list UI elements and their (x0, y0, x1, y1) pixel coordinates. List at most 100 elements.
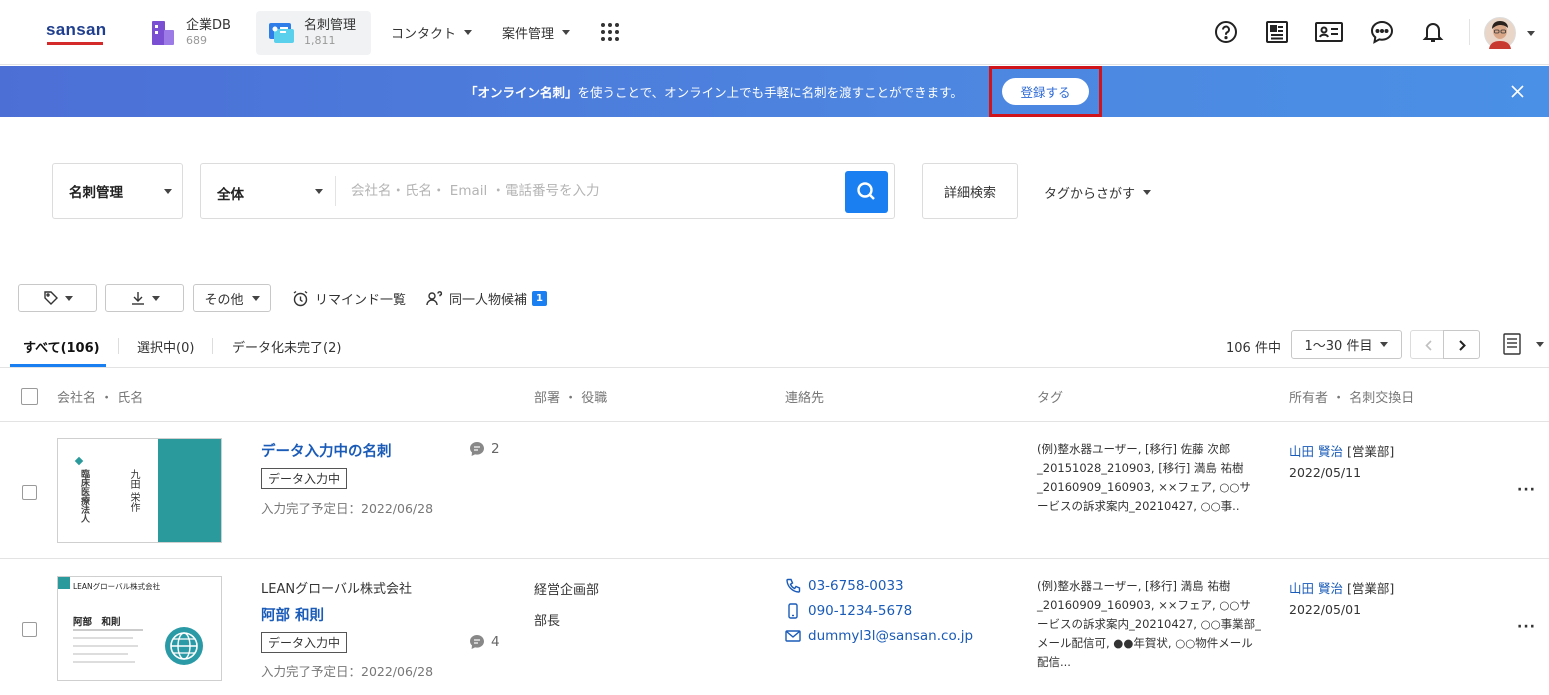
nav-deals-dropdown[interactable]: 案件管理 (502, 23, 571, 42)
card-logo-mark (74, 456, 84, 466)
banner-highlight: 「オンライン名刺」 (465, 85, 578, 100)
user-avatar[interactable] (1484, 17, 1516, 49)
more-actions-icon[interactable]: ··· (1517, 482, 1536, 498)
header-divider (1469, 19, 1470, 45)
business-card-thumbnail[interactable]: 臨床医療法人 九田 栄作 (57, 438, 222, 543)
tab-separator (118, 338, 119, 354)
chevron-down-icon (1143, 190, 1152, 195)
other-actions-button[interactable]: その他 (193, 284, 271, 312)
nav-card-management-label: 名刺管理 (304, 18, 357, 33)
category-select[interactable]: 名刺管理 (52, 163, 183, 219)
list-view-icon[interactable] (1502, 333, 1522, 355)
tab-selected[interactable]: 選択中(0) (137, 337, 194, 356)
category-select-value: 名刺管理 (69, 185, 123, 201)
col-header-owner[interactable]: 所有者 ・ 名刺交換日 (1289, 387, 1414, 406)
online-card-icon[interactable] (1315, 20, 1343, 44)
col-header-contact: 連絡先 (785, 391, 825, 406)
help-icon[interactable] (1214, 20, 1238, 44)
next-page-button[interactable] (1443, 330, 1480, 359)
more-actions-icon[interactable]: ··· (1517, 619, 1536, 635)
other-actions-label: その他 (204, 292, 244, 308)
comment-icon (470, 635, 484, 649)
chevron-right-icon (1459, 340, 1466, 351)
tag-search-label: タグからさがす (1044, 187, 1136, 202)
card-text-line (73, 637, 133, 639)
register-button[interactable]: 登録する (1002, 78, 1089, 105)
card-name-link[interactable]: 阿部 和則 (261, 604, 324, 625)
mobile-phone-icon (788, 603, 798, 619)
job-title: 部長 (534, 614, 561, 629)
owner-info: 山田 賢治 [営業部] (1289, 441, 1394, 460)
owner-link[interactable]: 山田 賢治 (1289, 581, 1343, 596)
app-grid-icon[interactable] (600, 22, 624, 46)
comment-count[interactable]: 4 (469, 634, 500, 650)
business-card-thumbnail[interactable]: LEANグローバル株式会社 阿部 和則 (57, 576, 222, 681)
remind-list-label: リマインド一覧 (315, 293, 407, 308)
card-name-text: 九田 栄作 (128, 469, 139, 513)
row-checkbox[interactable] (22, 485, 37, 500)
tag-search-dropdown[interactable]: タグからさがす (1044, 183, 1152, 202)
phone-link[interactable]: 03-6758-0033 (785, 578, 904, 594)
tab-incomplete[interactable]: データ化未完了(2) (232, 337, 341, 356)
owner-link[interactable]: 山田 賢治 (1289, 444, 1343, 459)
news-icon[interactable] (1265, 20, 1289, 44)
chevron-down-icon[interactable] (315, 189, 323, 194)
bell-icon[interactable] (1421, 20, 1445, 44)
mail-icon (785, 630, 801, 642)
status-badge: データ入力中 (261, 632, 348, 653)
chevron-down-icon[interactable] (1527, 31, 1535, 36)
duplicate-count-badge: 1 (532, 291, 548, 306)
company-name: LEANグローバル株式会社 (261, 582, 412, 597)
status-badge: データ入力中 (261, 468, 348, 489)
duplicate-candidates-label: 同一人物候補 (449, 293, 528, 308)
card-text-line (73, 645, 138, 647)
tab-all[interactable]: すべて(106) (23, 337, 100, 356)
business-card-icon (268, 20, 294, 46)
row-separator (0, 558, 1549, 559)
sansan-logo[interactable]: sansan (46, 20, 106, 45)
row-checkbox[interactable] (22, 622, 37, 637)
close-icon[interactable] (1510, 84, 1525, 99)
email-address: dummyl3l@sansan.co.jp (808, 628, 974, 644)
exchange-date: 2022/05/01 (1289, 602, 1362, 617)
nav-card-management-count: 1,811 (304, 34, 336, 47)
chevron-down-icon (164, 189, 172, 194)
result-count: 106 件中 (1226, 341, 1281, 356)
person-question-icon (426, 291, 443, 306)
building-icon (150, 20, 176, 46)
search-scope-value: 全体 (217, 187, 244, 203)
advanced-search-button[interactable]: 詳細検索 (922, 163, 1018, 219)
duplicate-candidates-link[interactable]: 同一人物候補 1 (426, 289, 548, 308)
chevron-down-icon (251, 295, 260, 301)
search-input[interactable] (351, 181, 831, 201)
chevron-down-icon[interactable] (1536, 342, 1544, 347)
email-link[interactable]: dummyl3l@sansan.co.jp (785, 628, 973, 644)
search-scope-select[interactable]: 全体 (217, 183, 244, 203)
tag-list: (例)整水器ユーザー, [移行] 佐藤 次郎_20151028_210903, … (1037, 442, 1251, 513)
card-name-link[interactable]: データ入力中の名刺 (261, 440, 392, 461)
nav-company-db[interactable]: 企業DB 689 (150, 11, 245, 55)
download-button[interactable] (105, 284, 184, 312)
remind-list-link[interactable]: リマインド一覧 (292, 289, 406, 308)
search-bar: 全体 (200, 163, 895, 219)
mobile-link[interactable]: 090-1234-5678 (785, 603, 912, 619)
col-header-name[interactable]: 会社名 ・ 氏名 (57, 387, 143, 406)
phone-number: 03-6758-0033 (808, 578, 904, 594)
owner-dept: [営業部] (1346, 444, 1395, 459)
chevron-down-icon (562, 30, 571, 35)
card-name-text: 阿部 和則 (73, 617, 121, 628)
due-date: 入力完了予定日：2022/06/28 (261, 501, 434, 516)
page-range-select[interactable]: 1〜30 件目 (1291, 330, 1402, 359)
prev-page-button[interactable] (1410, 330, 1447, 359)
select-all-checkbox[interactable] (21, 388, 38, 405)
tag-icon (43, 291, 58, 305)
nav-card-management[interactable]: 名刺管理 1,811 (256, 11, 371, 55)
row-separator (0, 421, 1549, 422)
search-button[interactable] (845, 171, 888, 213)
download-icon (131, 292, 144, 305)
tag-action-button[interactable] (18, 284, 97, 312)
nav-company-db-count: 689 (186, 34, 207, 47)
nav-contact-dropdown[interactable]: コンタクト (391, 23, 473, 42)
comment-count[interactable]: 2 (469, 441, 500, 457)
chat-icon[interactable] (1370, 20, 1394, 44)
